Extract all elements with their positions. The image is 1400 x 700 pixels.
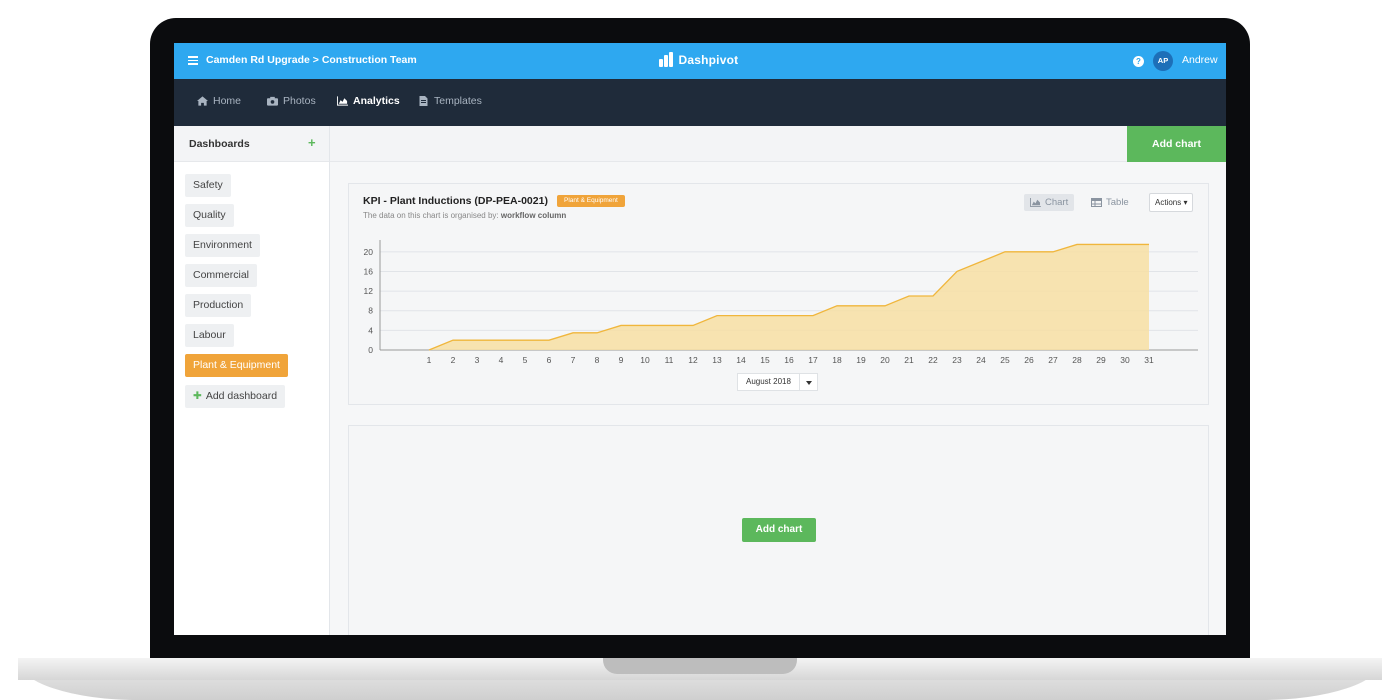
x-tick-label: 25 bbox=[1000, 355, 1010, 365]
x-tick-label: 15 bbox=[760, 355, 770, 365]
chart-subtitle: The data on this chart is organised by: … bbox=[363, 211, 567, 220]
x-tick-label: 14 bbox=[736, 355, 746, 365]
x-tick-label: 24 bbox=[976, 355, 986, 365]
dashboard-badge: Plant & Equipment bbox=[557, 195, 625, 207]
main-content: Add chart KPI - Plant Inductions (DP-PEA… bbox=[330, 126, 1226, 635]
sidebar-item-commercial[interactable]: Commercial bbox=[185, 264, 258, 287]
add-chart-button-center[interactable]: Add chart bbox=[742, 518, 816, 542]
x-tick-label: 5 bbox=[523, 355, 528, 365]
app-logo: Dashpivot bbox=[659, 52, 738, 67]
x-tick-label: 18 bbox=[832, 355, 842, 365]
y-tick-label: 0 bbox=[368, 345, 373, 355]
chart-title: KPI - Plant Inductions (DP-PEA-0021) bbox=[363, 195, 548, 207]
actions-dropdown[interactable]: Actions ▾ bbox=[1149, 193, 1194, 212]
nav-item-label: Home bbox=[213, 95, 242, 107]
app-name: Dashpivot bbox=[678, 53, 739, 67]
month-picker[interactable]: August 2018 bbox=[737, 373, 818, 391]
dashboards-sidebar: Dashboards + Safety Quality Environment … bbox=[174, 126, 330, 635]
sidebar-item-production[interactable]: Production bbox=[185, 294, 252, 317]
y-tick-label: 8 bbox=[368, 306, 373, 316]
sidebar-item-safety[interactable]: Safety bbox=[185, 174, 231, 197]
x-tick-label: 6 bbox=[547, 355, 552, 365]
y-tick-label: 4 bbox=[368, 325, 373, 335]
username[interactable]: Andrew bbox=[1182, 54, 1218, 66]
series-area bbox=[429, 244, 1149, 350]
x-tick-label: 7 bbox=[571, 355, 576, 365]
x-tick-label: 23 bbox=[952, 355, 962, 365]
main-nav: Home Photos Analytics Templates bbox=[174, 79, 1226, 126]
nav-item-analytics[interactable]: Analytics bbox=[337, 95, 400, 107]
add-dashboard-button[interactable]: ✚ Add dashboard bbox=[185, 385, 286, 408]
x-tick-label: 26 bbox=[1024, 355, 1034, 365]
x-tick-label: 10 bbox=[640, 355, 650, 365]
app-screen: Camden Rd Upgrade > Construction Team Da… bbox=[174, 43, 1226, 635]
x-tick-label: 27 bbox=[1048, 355, 1058, 365]
x-tick-label: 9 bbox=[619, 355, 624, 365]
empty-chart-slot: Add chart bbox=[348, 425, 1209, 635]
breadcrumb[interactable]: Camden Rd Upgrade > Construction Team bbox=[206, 54, 417, 66]
x-tick-label: 12 bbox=[688, 355, 698, 365]
y-tick-label: 16 bbox=[364, 266, 374, 276]
sidebar-item-environment[interactable]: Environment bbox=[185, 234, 260, 257]
x-tick-label: 22 bbox=[928, 355, 938, 365]
y-tick-label: 20 bbox=[364, 247, 374, 257]
chart-view-toggle[interactable]: Chart bbox=[1024, 194, 1075, 211]
x-tick-label: 31 bbox=[1144, 355, 1154, 365]
add-chart-button[interactable]: Add chart bbox=[1127, 126, 1226, 162]
top-bar: Camden Rd Upgrade > Construction Team Da… bbox=[174, 43, 1226, 79]
nav-item-photos[interactable]: Photos bbox=[267, 95, 316, 107]
x-tick-label: 17 bbox=[808, 355, 818, 365]
sidebar-item-plant-equipment[interactable]: Plant & Equipment bbox=[185, 354, 288, 377]
y-tick-label: 12 bbox=[364, 286, 374, 296]
x-tick-label: 28 bbox=[1072, 355, 1082, 365]
x-tick-label: 20 bbox=[880, 355, 890, 365]
sidebar-title: Dashboards bbox=[189, 138, 250, 150]
chart-card: KPI - Plant Inductions (DP-PEA-0021) Pla… bbox=[348, 183, 1209, 405]
main-toolbar bbox=[330, 126, 1226, 162]
x-tick-label: 3 bbox=[475, 355, 480, 365]
sidebar-item-quality[interactable]: Quality bbox=[185, 204, 234, 227]
home-icon bbox=[197, 96, 208, 106]
x-tick-label: 29 bbox=[1096, 355, 1106, 365]
x-tick-label: 16 bbox=[784, 355, 794, 365]
plus-icon: ✚ bbox=[193, 390, 202, 402]
table-icon bbox=[1091, 198, 1102, 207]
kpi-area-chart: 0481216201 2 3 4 5 6 7 8 9 10 11 12 13 14 15 16 17 18 19 20… bbox=[364, 240, 1198, 365]
nav-item-templates[interactable]: Templates bbox=[418, 95, 482, 107]
month-picker-value[interactable]: August 2018 bbox=[737, 373, 800, 391]
logo-bars-icon bbox=[659, 52, 673, 67]
nav-item-label: Analytics bbox=[353, 95, 400, 107]
x-tick-label: 21 bbox=[904, 355, 914, 365]
nav-item-home[interactable]: Home bbox=[197, 95, 241, 107]
hamburger-menu-icon[interactable] bbox=[188, 56, 198, 65]
table-view-toggle[interactable]: Table bbox=[1089, 194, 1131, 211]
help-icon[interactable]: ? bbox=[1133, 56, 1144, 67]
add-dashboard-label: Add dashboard bbox=[205, 390, 278, 402]
x-tick-label: 1 bbox=[427, 355, 432, 365]
nav-item-label: Templates bbox=[434, 95, 482, 107]
x-tick-label: 13 bbox=[712, 355, 722, 365]
x-tick-label: 4 bbox=[499, 355, 504, 365]
avatar[interactable]: AP bbox=[1153, 51, 1173, 71]
nav-item-label: Photos bbox=[283, 95, 316, 107]
area-chart-icon bbox=[1030, 198, 1041, 207]
x-tick-label: 8 bbox=[595, 355, 600, 365]
laptop-notch bbox=[603, 658, 797, 674]
add-dashboard-plus-icon[interactable]: + bbox=[308, 136, 316, 149]
chevron-down-icon[interactable] bbox=[799, 373, 818, 391]
x-tick-label: 2 bbox=[451, 355, 456, 365]
x-tick-label: 19 bbox=[856, 355, 866, 365]
area-chart-icon bbox=[337, 96, 348, 106]
camera-icon bbox=[267, 96, 278, 106]
x-tick-label: 11 bbox=[665, 355, 674, 365]
document-icon bbox=[419, 96, 428, 106]
sidebar-header: Dashboards + bbox=[174, 126, 329, 162]
sidebar-item-labour[interactable]: Labour bbox=[185, 324, 234, 347]
x-tick-label: 30 bbox=[1120, 355, 1130, 365]
